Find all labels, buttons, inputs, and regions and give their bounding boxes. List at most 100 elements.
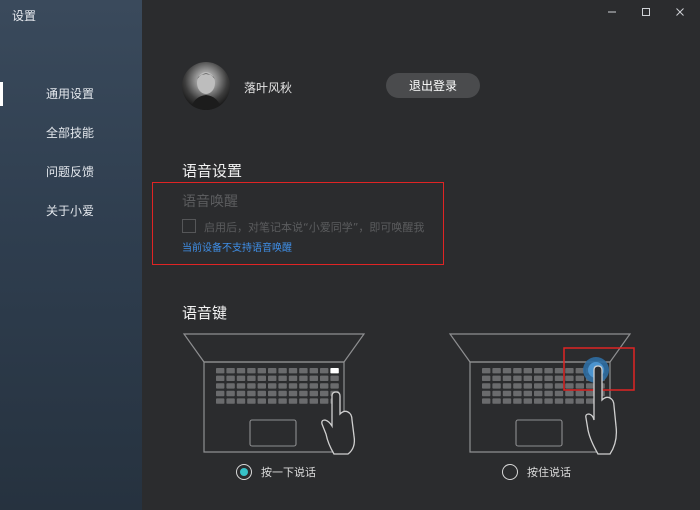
keyboard-key [278,368,287,374]
keyboard-key [257,375,266,381]
keyboard-key [575,383,584,389]
keyboard-key [482,390,491,397]
voice-key-option-hold[interactable]: 按住说话 [502,464,571,480]
radio-unselected-icon[interactable] [502,464,518,480]
keyboard-key [534,383,543,389]
maximize-icon[interactable] [638,4,654,20]
keyboard-key [320,368,329,374]
keyboard-key [502,383,512,389]
keyboard-key [534,375,543,381]
keyboard-key [268,383,277,389]
keyboard-key [268,398,277,404]
keyboard-key [320,383,329,389]
keyboard-key [320,375,329,381]
radio-selected-icon[interactable] [236,464,252,480]
voice-key-option-press[interactable]: 按一下说话 [236,464,316,480]
sidebar-item-general[interactable]: 通用设置 [0,82,142,121]
keyboard-key [492,375,501,381]
keyboard-key [278,390,287,397]
sidebar-item-feedback[interactable]: 问题反馈 [0,160,142,199]
keyboard-key [236,398,246,404]
sidebar: 设置 通用设置 全部技能 问题反馈 关于小爱 [0,0,142,510]
keyboard-key [523,390,532,397]
minimize-icon[interactable] [604,4,620,20]
keyboard-key [288,390,298,397]
keyboard-key [544,398,553,404]
keyboard-key [216,390,225,397]
keyboard-key [278,398,287,404]
keyboard-key [278,383,287,389]
keyboard-key [236,368,246,374]
voice-settings-title: 语音设置 [182,162,243,180]
voice-wake-checkbox[interactable] [182,219,196,233]
keyboard-key [278,375,287,381]
keyboard-key [544,390,553,397]
keyboard-key [309,398,318,404]
keyboard-key [554,368,564,374]
keyboard-key [247,368,256,374]
keyboard-key [482,383,491,389]
keyboard-key [554,398,564,404]
voice-wake-title: 语音唤醒 [182,194,238,210]
keyboard-key [565,375,574,381]
keyboard-key [513,390,522,397]
keyboard-key [554,383,564,389]
keyboard-key [513,383,522,389]
close-icon[interactable] [672,4,688,20]
keyboard-key [216,375,225,381]
sidebar-item-skills[interactable]: 全部技能 [0,121,142,160]
keyboard-key [492,383,501,389]
keyboard-key [247,390,256,397]
keyboard-key [247,383,256,389]
keyboard-key [309,390,318,397]
keyboard-key [565,368,574,374]
keyboard-key [523,383,532,389]
keyboard-key [513,398,522,404]
keyboard-key [575,398,584,404]
keyboard-key [320,398,329,404]
laptop-hold-illustration [448,333,635,455]
logout-button[interactable]: 退出登录 [386,73,480,98]
keyboard-key [236,375,246,381]
keyboard-key [534,368,543,374]
keyboard-key [482,368,491,374]
keyboard-key [226,375,235,381]
keyboard-key [565,398,574,404]
keyboard-key [330,375,339,381]
keyboard-key [236,390,246,397]
keyboard-key [586,398,595,404]
keyboard-key [247,398,256,404]
keyboard-key [575,375,584,381]
app-title: 设置 [12,9,37,23]
keyboard-key [288,368,298,374]
sidebar-nav: 通用设置 全部技能 问题反馈 关于小爱 [0,82,142,238]
laptop-press-illustration [182,333,366,455]
voice-wake-description: 启用后，对笔记本说“小爱同学”，即可唤醒我 [204,221,425,234]
keyboard-key [268,368,277,374]
option-hold-label: 按住说话 [527,466,571,479]
keyboard-key [226,383,235,389]
keyboard-key [586,383,595,389]
keyboard-key [288,375,298,381]
sidebar-item-about[interactable]: 关于小爱 [0,199,142,238]
keyboard-key [247,375,256,381]
keyboard-key [565,383,574,389]
keyboard-key [257,368,266,374]
keyboard-key [226,368,235,374]
keyboard-key [226,398,235,404]
keyboard-key [216,398,225,404]
keyboard-key [309,375,318,381]
keyboard-key [288,383,298,389]
keyboard-key [502,390,512,397]
keyboard-key [226,390,235,397]
keyboard-key [586,390,595,397]
keyboard-key [268,375,277,381]
voice-wake-unsupported-link[interactable]: 当前设备不支持语音唤醒 [182,239,292,254]
keyboard-key [544,368,553,374]
keyboard-key [513,368,522,374]
keyboard-key [299,398,308,404]
keyboard-key [534,398,543,404]
keyboard-key [502,375,512,381]
keyboard-key [523,368,532,374]
keyboard-key [492,390,501,397]
